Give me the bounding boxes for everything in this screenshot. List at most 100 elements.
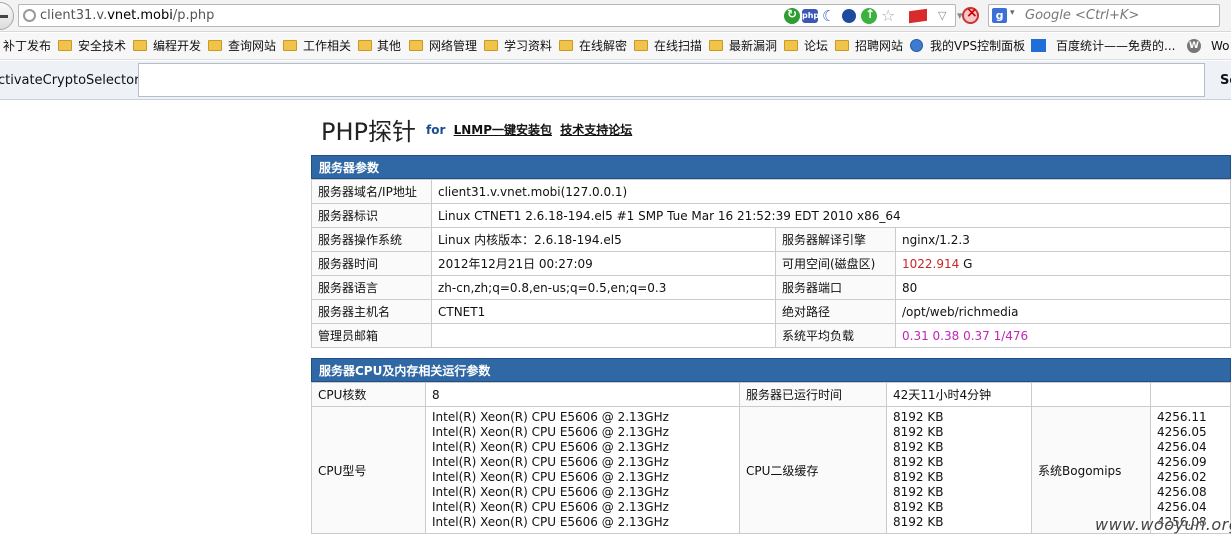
crescent-addon-icon[interactable]: ☾ bbox=[822, 8, 838, 24]
server-id-value: Linux CTNET1 2.6.18-194.el5 #1 SMP Tue M… bbox=[431, 203, 1231, 228]
engine-value: nginx/1.2.3 bbox=[895, 227, 1231, 252]
cpu-model-item: Intel(R) Xeon(R) CPU E5606 @ 2.13GHz bbox=[432, 515, 669, 529]
page-subtitle: for LNMP一键安装包 技术支持论坛 bbox=[426, 121, 632, 138]
port-label: 服务器端口 bbox=[775, 275, 896, 300]
table-row: 服务器域名/IP地址 client31.v.vnet.mobi(127.0.0.… bbox=[311, 179, 1231, 204]
search-box[interactable]: g ▾ Google <Ctrl+K> bbox=[988, 4, 1220, 27]
l2-cache-item: 8192 KB bbox=[893, 440, 944, 454]
bookmark-wordpress[interactable]: Wo bbox=[1211, 38, 1230, 54]
folder-icon bbox=[709, 40, 723, 51]
url-text[interactable]: client31.v.vnet.mobi/p.php bbox=[40, 8, 214, 23]
toolbar-label: ctivateCryptoSelector bbox=[0, 73, 140, 88]
bogomips-item: 4256.04 bbox=[1157, 500, 1207, 514]
l2-cache-list: 8192 KB 8192 KB 8192 KB 8192 KB 8192 KB … bbox=[886, 406, 1032, 534]
bookmark-baidu-stats[interactable]: 百度统计——免费的... bbox=[1056, 38, 1175, 54]
table-row: 服务器操作系统 Linux 内核版本：2.6.18-194.el5 服务器解译引… bbox=[311, 227, 1231, 252]
php-addon-icon[interactable]: php bbox=[802, 9, 819, 23]
bookmarks-toolbar: 补丁发布 安全技术 编程开发 查询网站 工作相关 其他 网络管理 学习资料 在线… bbox=[0, 33, 1231, 60]
site-identity-icon[interactable] bbox=[23, 9, 36, 22]
cpu-memory-panel: 服务器CPU及内存相关运行参数 CPU核数 8 服务器已运行时间 42天11小时… bbox=[311, 358, 1231, 534]
table-row: 服务器语言 zh-cn,zh;q=0.8,en-us;q=0.5,en;q=0.… bbox=[311, 275, 1231, 300]
stop-icon[interactable] bbox=[962, 5, 979, 24]
folder-icon bbox=[559, 40, 573, 51]
bookmark-folder-programming[interactable]: 编程开发 bbox=[153, 38, 201, 54]
globe-icon bbox=[910, 39, 923, 52]
disk-space-value: 1022.914 bbox=[902, 256, 960, 271]
abs-path-value: /opt/web/richmedia bbox=[895, 299, 1231, 324]
table-row: 服务器标识 Linux CTNET1 2.6.18-194.el5 #1 SMP… bbox=[311, 203, 1231, 228]
bookmark-folder-learning[interactable]: 学习资料 bbox=[504, 38, 552, 54]
l2-cache-item: 8192 KB bbox=[893, 500, 944, 514]
folder-icon bbox=[409, 40, 423, 51]
baidu-stats-icon bbox=[1031, 39, 1046, 52]
toolbar-input[interactable] bbox=[138, 63, 1205, 97]
l2-cache-item: 8192 KB bbox=[893, 410, 944, 424]
cpu-model-label: CPU型号 bbox=[311, 406, 426, 534]
abs-path-label: 绝对路径 bbox=[775, 299, 896, 324]
bogomips-item: 4256.08 bbox=[1157, 485, 1207, 499]
cpu-model-item: Intel(R) Xeon(R) CPU E5606 @ 2.13GHz bbox=[432, 410, 669, 424]
bookmark-folder-other[interactable]: 其他 bbox=[377, 38, 401, 54]
toolbar-go-button[interactable]: Se bbox=[1220, 73, 1231, 88]
load-avg-value: 0.31 0.38 0.37 1/476 bbox=[895, 323, 1231, 348]
bogomips-item: 4256.09 bbox=[1157, 455, 1207, 469]
folder-icon bbox=[133, 40, 147, 51]
bookmark-folder-forum[interactable]: 论坛 bbox=[804, 38, 828, 54]
cpu-model-item: Intel(R) Xeon(R) CPU E5606 @ 2.13GHz bbox=[432, 500, 669, 514]
cpu-memory-heading: 服务器CPU及内存相关运行参数 bbox=[311, 358, 1231, 382]
cpu-model-item: Intel(R) Xeon(R) CPU E5606 @ 2.13GHz bbox=[432, 485, 669, 499]
table-row: 管理员邮箱 系统平均负载 0.31 0.38 0.37 1/476 bbox=[311, 323, 1231, 348]
google-engine-icon[interactable]: g bbox=[992, 8, 1007, 23]
l2-cache-item: 8192 KB bbox=[893, 455, 944, 469]
empty-cell bbox=[1150, 382, 1231, 407]
search-placeholder[interactable]: Google <Ctrl+K> bbox=[1025, 8, 1139, 23]
addon-icon[interactable] bbox=[842, 9, 856, 23]
bookmark-folder-jobs[interactable]: 招聘网站 bbox=[855, 38, 903, 54]
bookmark-folder-vulns[interactable]: 最新漏洞 bbox=[729, 38, 777, 54]
support-forum-link[interactable]: 技术支持论坛 bbox=[560, 123, 632, 137]
bogomips-item: 4256.04 bbox=[1157, 440, 1207, 454]
language-label: 服务器语言 bbox=[311, 275, 432, 300]
bookmark-folder-work[interactable]: 工作相关 bbox=[303, 38, 351, 54]
server-params-table: 服务器域名/IP地址 client31.v.vnet.mobi(127.0.0.… bbox=[311, 179, 1231, 348]
l2-cache-item: 8192 KB bbox=[893, 425, 944, 439]
cpu-memory-table: CPU核数 8 服务器已运行时间 42天11小时4分钟 CPU型号 Intel(… bbox=[311, 382, 1231, 534]
flag-icon[interactable] bbox=[909, 8, 927, 24]
url-history-dropdown-icon[interactable]: ▽ bbox=[938, 8, 954, 24]
table-row: 服务器时间 2012年12月21日 00:27:09 可用空间(磁盘区) 102… bbox=[311, 251, 1231, 276]
lnmp-link[interactable]: LNMP一键安装包 bbox=[454, 123, 552, 137]
server-params-heading: 服务器参数 bbox=[311, 155, 1231, 179]
refresh-icon[interactable] bbox=[784, 7, 800, 24]
address-bar[interactable]: client31.v.vnet.mobi/p.php php ☾ ☆ ▽ ▾ bbox=[18, 4, 963, 27]
upload-addon-icon[interactable] bbox=[861, 7, 877, 24]
bookmark-folder-network[interactable]: 网络管理 bbox=[429, 38, 477, 54]
bookmark-patch-release[interactable]: 补丁发布 bbox=[3, 38, 51, 54]
folder-icon bbox=[283, 40, 297, 51]
browser-toolbar: client31.v.vnet.mobi/p.php php ☾ ☆ ▽ ▾ g… bbox=[0, 0, 1231, 32]
wordpress-icon: W bbox=[1187, 39, 1201, 53]
bookmark-folder-decrypt[interactable]: 在线解密 bbox=[579, 38, 627, 54]
time-value: 2012年12月21日 00:27:09 bbox=[431, 251, 776, 276]
disk-space-cell: 1022.914 G bbox=[895, 251, 1231, 276]
port-value: 80 bbox=[895, 275, 1231, 300]
bookmark-vps-panel[interactable]: 我的VPS控制面板 bbox=[930, 38, 1025, 54]
disk-space-unit: G bbox=[963, 256, 973, 271]
load-avg-label: 系统平均负载 bbox=[775, 323, 896, 348]
cpu-model-item: Intel(R) Xeon(R) CPU E5606 @ 2.13GHz bbox=[432, 425, 669, 439]
l2-cache-item: 8192 KB bbox=[893, 470, 944, 484]
engine-dropdown-icon[interactable]: ▾ bbox=[1010, 8, 1015, 18]
admin-email-label: 管理员邮箱 bbox=[311, 323, 432, 348]
bookmark-folder-security[interactable]: 安全技术 bbox=[78, 38, 126, 54]
bookmark-folder-scan[interactable]: 在线扫描 bbox=[654, 38, 702, 54]
l2-cache-item: 8192 KB bbox=[893, 485, 944, 499]
back-button[interactable] bbox=[0, 2, 14, 30]
bookmark-folder-lookup[interactable]: 查询网站 bbox=[228, 38, 276, 54]
empty-cell bbox=[1031, 382, 1151, 407]
folder-icon bbox=[484, 40, 498, 51]
l2-cache-item: 8192 KB bbox=[893, 515, 944, 529]
disk-space-label: 可用空间(磁盘区) bbox=[775, 251, 896, 276]
bookmark-star-icon[interactable]: ☆ bbox=[881, 8, 897, 24]
admin-email-value bbox=[431, 323, 776, 348]
cpu-model-item: Intel(R) Xeon(R) CPU E5606 @ 2.13GHz bbox=[432, 440, 669, 454]
table-row: CPU核数 8 服务器已运行时间 42天11小时4分钟 bbox=[311, 382, 1231, 407]
